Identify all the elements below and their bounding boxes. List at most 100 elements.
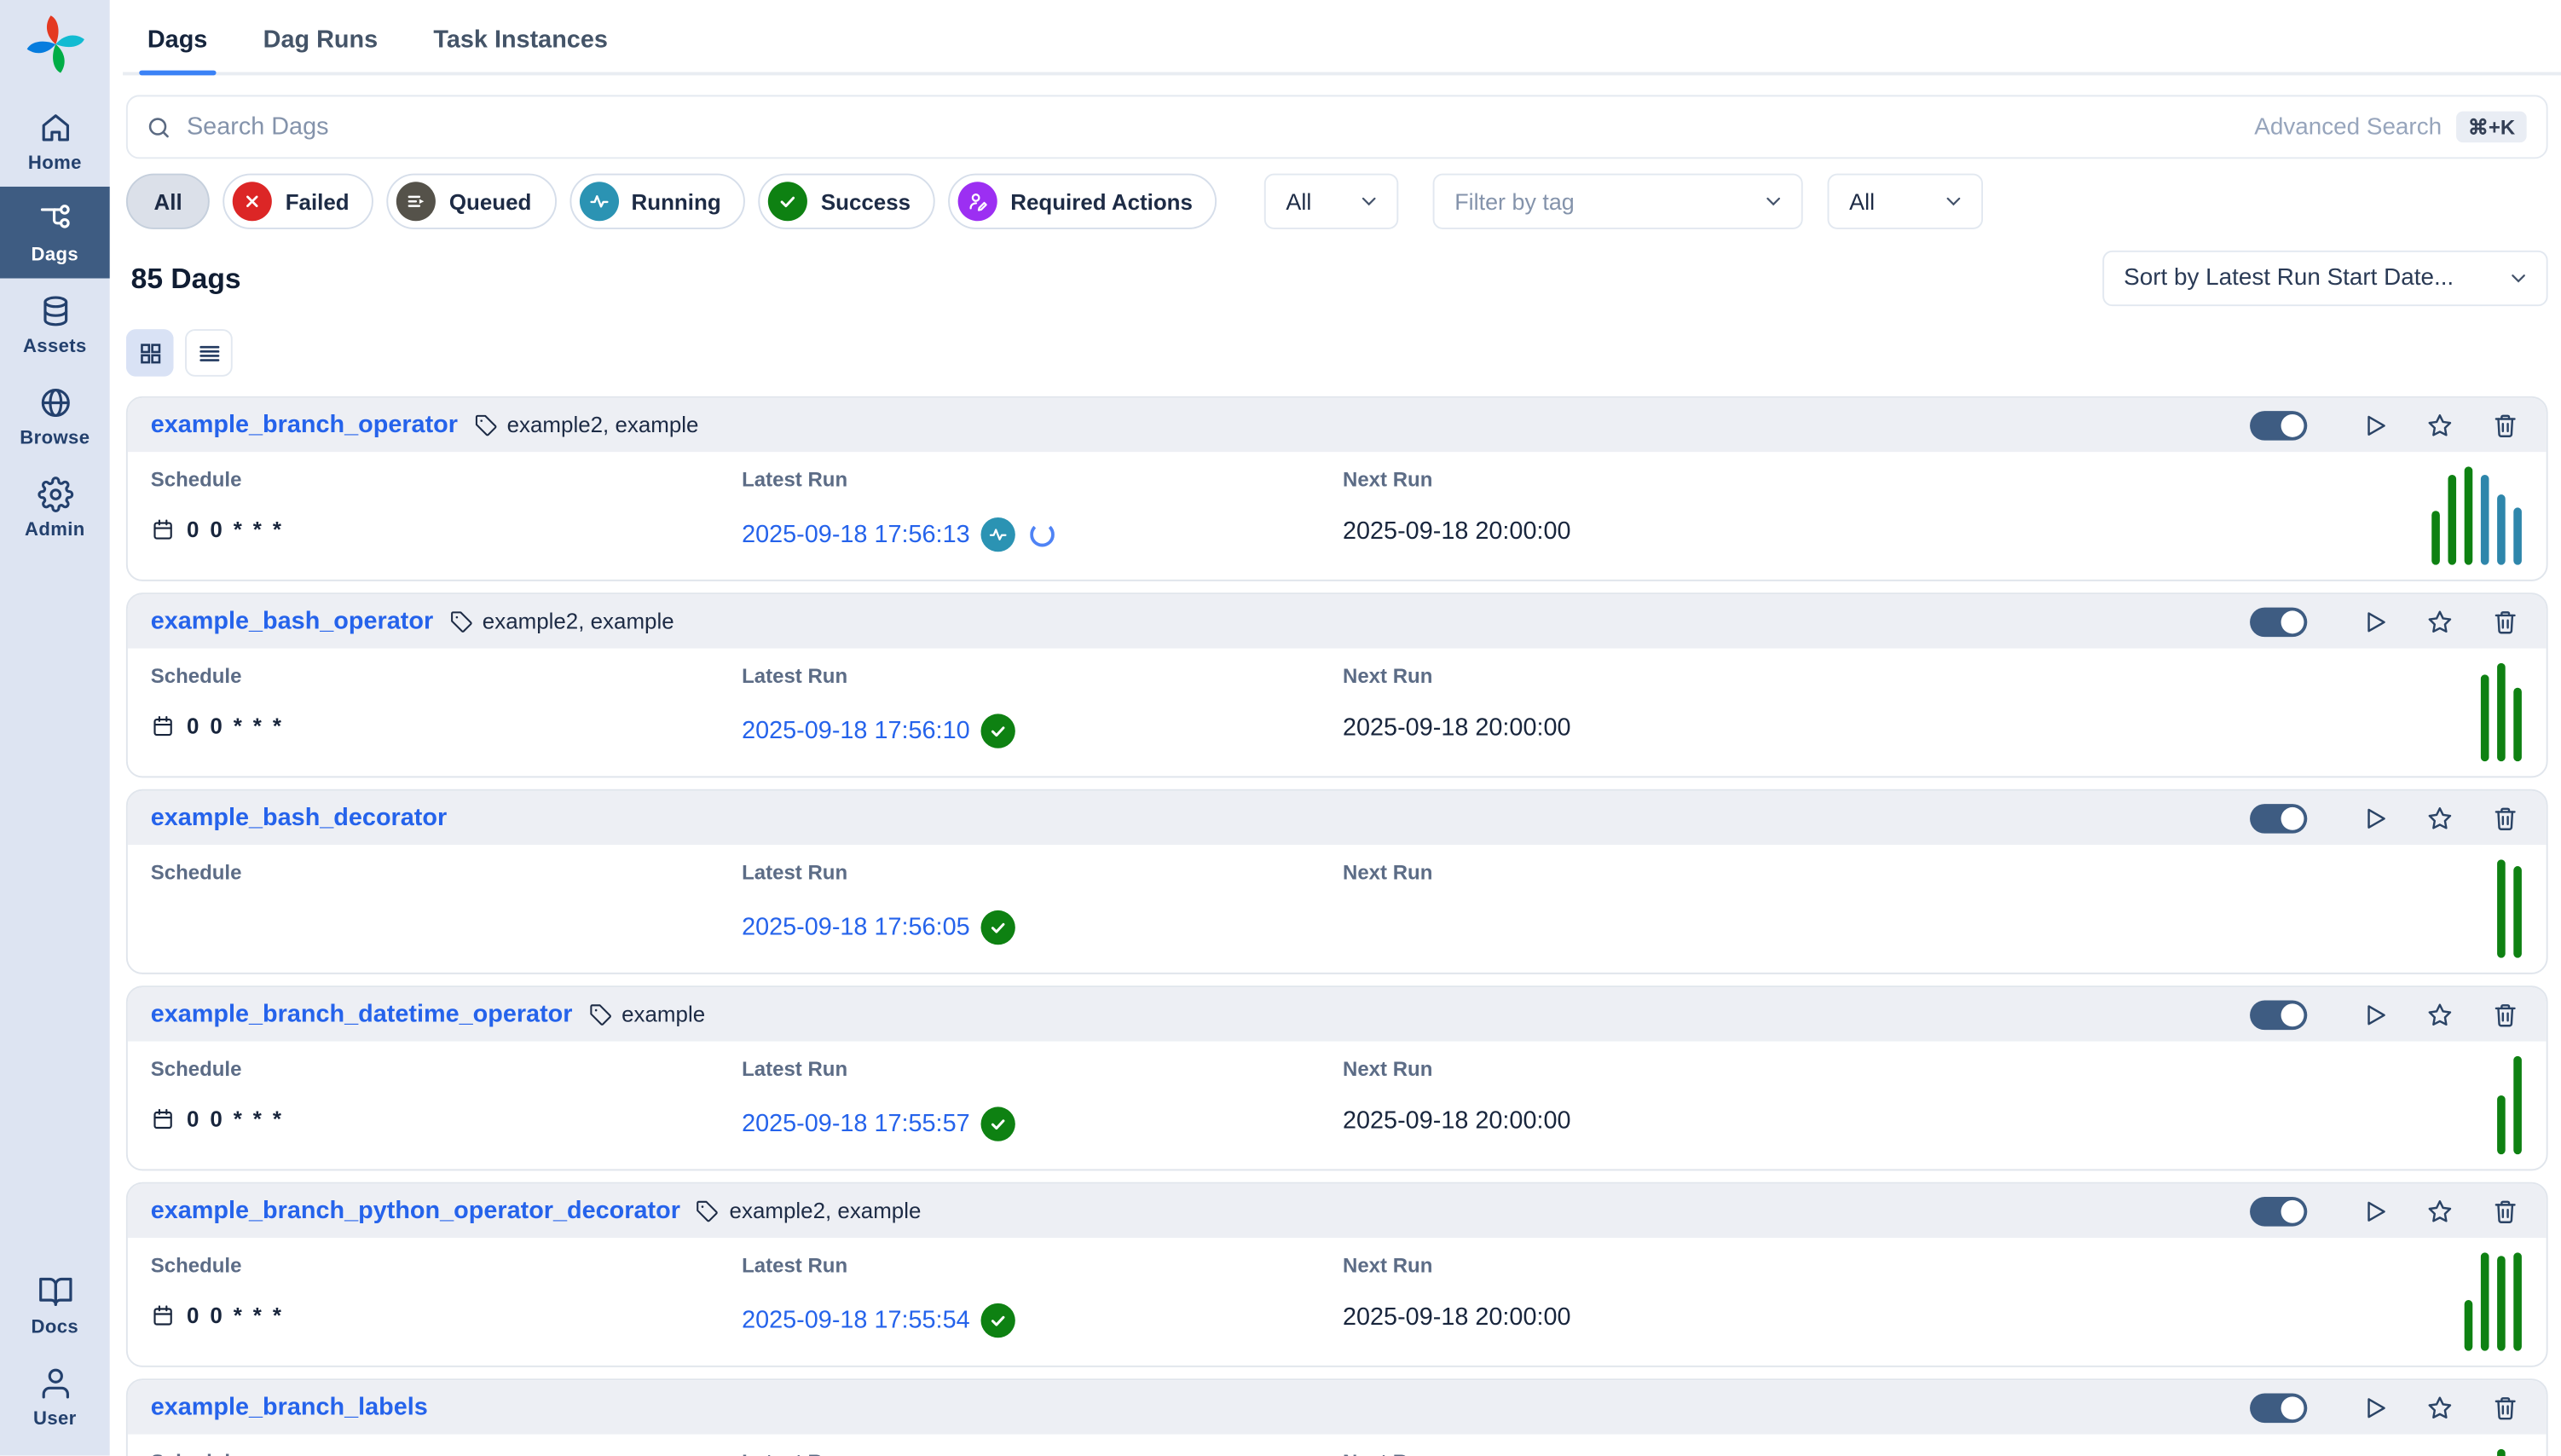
dag-title-link[interactable]: example_bash_decorator: [151, 804, 448, 832]
latest-run-link[interactable]: 2025-09-18 17:56:10: [742, 717, 970, 745]
dag-title-link[interactable]: example_branch_operator: [151, 411, 458, 439]
dag-count: 85 Dags: [126, 261, 241, 295]
x-circle-icon: [233, 182, 272, 221]
dag-pause-toggle[interactable]: [2250, 1196, 2307, 1226]
schedule-value: 0 0 * * *: [151, 1106, 284, 1131]
filter-pill-success[interactable]: Success: [759, 174, 935, 229]
filter-pill-failed[interactable]: Failed: [223, 174, 374, 229]
latest-run-label: Latest Run: [742, 1058, 1015, 1081]
dag-title-link[interactable]: example_branch_python_operator_decorator: [151, 1197, 680, 1225]
delete-dag-button[interactable]: [2490, 1393, 2520, 1423]
run-history-chart[interactable]: [2431, 466, 2522, 564]
main-content: Dags Dag Runs Task Instances Advanced Se…: [110, 0, 2561, 1456]
trash-icon: [2490, 410, 2520, 440]
dag-pause-toggle[interactable]: [2250, 607, 2307, 637]
advanced-search-link[interactable]: Advanced Search: [2254, 113, 2442, 140]
delete-dag-button[interactable]: [2490, 607, 2520, 637]
play-icon: [2360, 1000, 2390, 1030]
dag-card-header: example_bash_operator example2, example: [128, 594, 2547, 648]
table-view-button[interactable]: [185, 329, 233, 377]
run-history-chart[interactable]: [2497, 859, 2522, 957]
sidebar-item-docs[interactable]: Docs: [0, 1259, 110, 1351]
state-select[interactable]: All: [1264, 174, 1398, 229]
star-icon: [2425, 1196, 2455, 1226]
next-run-value: 2025-09-18 20:00:00: [1343, 1106, 1571, 1135]
trigger-dag-button[interactable]: [2360, 1393, 2390, 1423]
chevron-down-icon: [2507, 267, 2530, 290]
favorite-dag-button[interactable]: [2425, 410, 2455, 440]
delete-dag-button[interactable]: [2490, 1000, 2520, 1030]
tab-task-instances[interactable]: Task Instances: [431, 23, 611, 72]
next-run-label: Next Run: [1343, 861, 1432, 884]
dag-pause-toggle[interactable]: [2250, 803, 2307, 833]
dag-card: example_bash_operator example2, example …: [126, 592, 2548, 777]
run-history-chart[interactable]: [2497, 1449, 2522, 1456]
trigger-dag-button[interactable]: [2360, 410, 2390, 440]
sidebar-item-admin[interactable]: Admin: [0, 462, 110, 554]
filter-pill-required-actions[interactable]: Required Actions: [948, 174, 1217, 229]
dag-card-header: example_branch_datetime_operator example: [128, 987, 2547, 1041]
run-history-chart[interactable]: [2497, 1056, 2522, 1154]
latest-run-link[interactable]: 2025-09-18 17:55:54: [742, 1307, 970, 1335]
favorite-dag-button[interactable]: [2425, 1393, 2455, 1423]
search-box: Advanced Search ⌘+K: [126, 95, 2548, 159]
trash-icon: [2490, 607, 2520, 637]
delete-dag-button[interactable]: [2490, 410, 2520, 440]
schedule-label: Schedule: [151, 861, 242, 884]
sidebar-item-home[interactable]: Home: [0, 95, 110, 187]
pause-filter-select[interactable]: All: [1828, 174, 1983, 229]
sidebar-item-dags[interactable]: Dags: [0, 187, 110, 279]
card-view-button[interactable]: [126, 329, 174, 377]
tab-dag-runs[interactable]: Dag Runs: [260, 23, 381, 72]
favorite-dag-button[interactable]: [2425, 1196, 2455, 1226]
latest-run-link[interactable]: 2025-09-18 17:56:13: [742, 521, 970, 549]
sort-select[interactable]: Sort by Latest Run Start Date...: [2102, 251, 2547, 306]
favorite-dag-button[interactable]: [2425, 607, 2455, 637]
schedule-cron: 0 0 * * *: [187, 517, 284, 542]
dag-tags: example: [587, 1002, 705, 1028]
dag-card: example_bash_decorator Schedule Latest R…: [126, 789, 2548, 974]
dag-title-link[interactable]: example_branch_datetime_operator: [151, 1001, 573, 1029]
favorite-dag-button[interactable]: [2425, 1000, 2455, 1030]
tab-dags[interactable]: Dags: [144, 23, 211, 72]
delete-dag-button[interactable]: [2490, 803, 2520, 833]
latest-run-label: Latest Run: [742, 1451, 1037, 1456]
run-bar: [2481, 1252, 2489, 1350]
filter-pill-all[interactable]: All: [126, 174, 210, 229]
filter-pill-queued[interactable]: Queued: [387, 174, 556, 229]
trigger-dag-button[interactable]: [2360, 607, 2390, 637]
search-input[interactable]: [187, 113, 2240, 142]
airflow-logo[interactable]: [24, 13, 86, 75]
dag-card-body: Schedule 0 0 * * * Latest Run 2025-09-18…: [128, 1238, 2547, 1366]
dag-card-body: Schedule 0 0 * * * Latest Run 2025-09-18…: [128, 649, 2547, 777]
next-run-value: 2025-09-18 20:00:00: [1343, 1303, 1571, 1332]
latest-run-link[interactable]: 2025-09-18 17:55:57: [742, 1110, 970, 1138]
dag-pause-toggle[interactable]: [2250, 1000, 2307, 1030]
trigger-dag-button[interactable]: [2360, 803, 2390, 833]
dag-tags-text: example2, example: [730, 1199, 922, 1223]
dag-title-link[interactable]: example_branch_labels: [151, 1394, 428, 1422]
dag-pause-toggle[interactable]: [2250, 410, 2307, 440]
next-run-label: Next Run: [1343, 665, 1571, 688]
filter-pill-running[interactable]: Running: [569, 174, 746, 229]
sidebar-item-assets[interactable]: Assets: [0, 279, 110, 371]
run-bar: [2465, 466, 2473, 564]
trigger-dag-button[interactable]: [2360, 1196, 2390, 1226]
user-action-icon: [958, 182, 997, 221]
run-status-icon: [981, 517, 1015, 552]
tag-filter-select[interactable]: Filter by tag: [1433, 174, 1803, 229]
user-icon: [37, 1366, 72, 1401]
dag-title-link[interactable]: example_bash_operator: [151, 608, 433, 636]
run-history-chart[interactable]: [2465, 1252, 2522, 1350]
trigger-dag-button[interactable]: [2360, 1000, 2390, 1030]
sidebar-item-user[interactable]: User: [0, 1351, 110, 1443]
run-history-chart[interactable]: [2481, 663, 2522, 761]
latest-run-link[interactable]: 2025-09-18 17:56:05: [742, 914, 970, 942]
dag-pause-toggle[interactable]: [2250, 1393, 2307, 1423]
sidebar: Home Dags Assets Browse Admin Docs User: [0, 0, 110, 1456]
sidebar-item-browse[interactable]: Browse: [0, 370, 110, 462]
dag-tags-text: example2, example: [507, 413, 699, 437]
delete-dag-button[interactable]: [2490, 1196, 2520, 1226]
tag-icon: [587, 1002, 614, 1028]
favorite-dag-button[interactable]: [2425, 803, 2455, 833]
